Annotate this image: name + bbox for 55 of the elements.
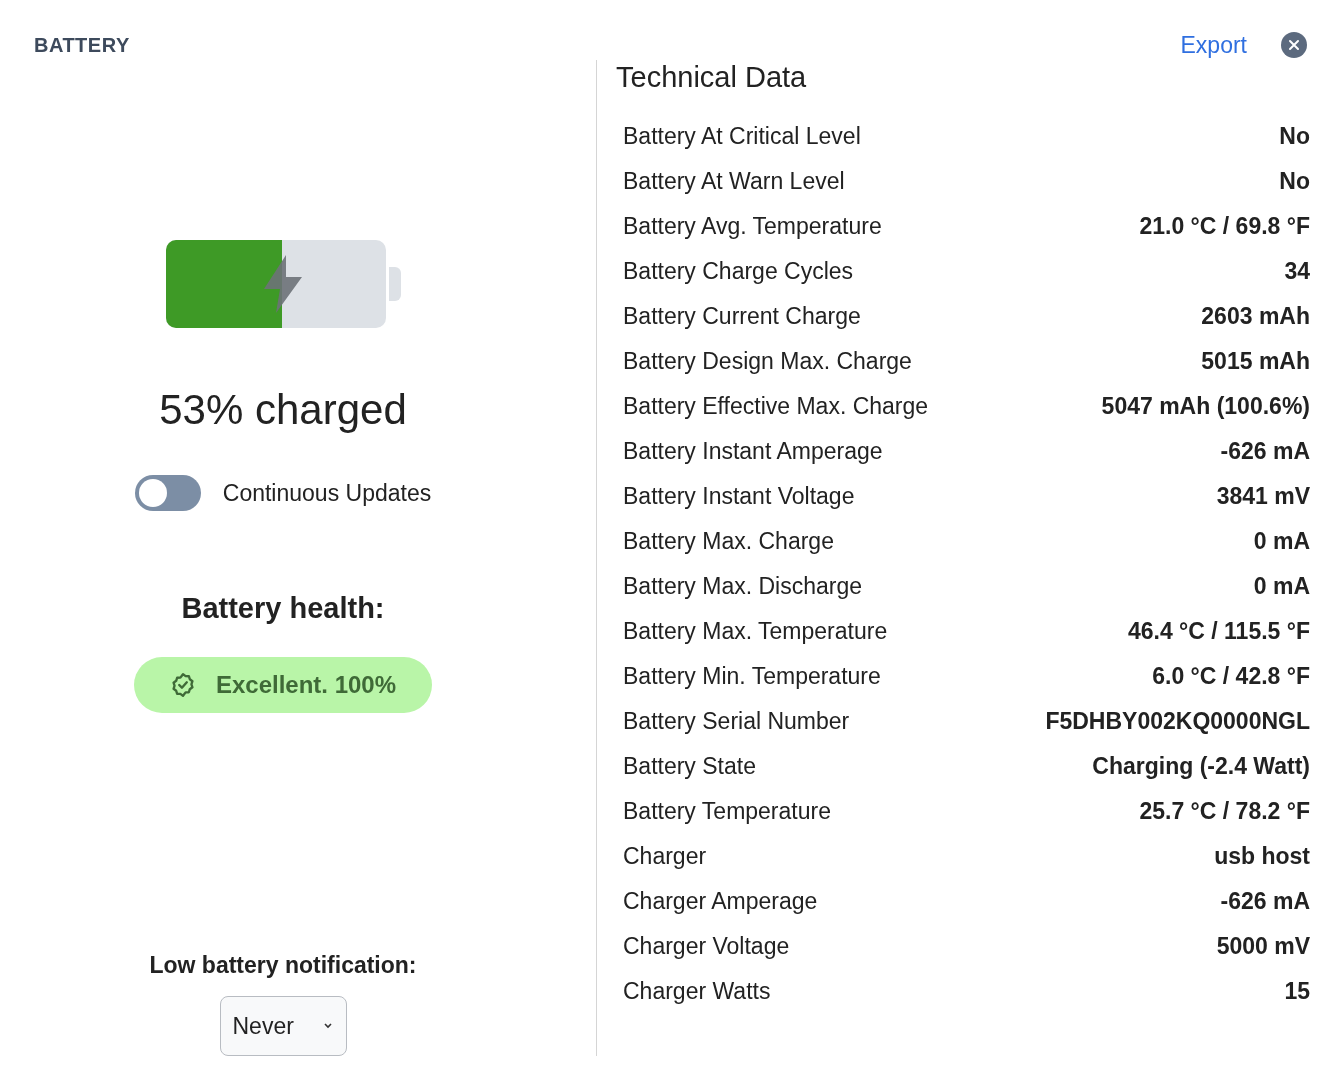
data-value: 25.7 °C / 78.2 °F: [1139, 796, 1310, 826]
data-label: Battery Design Max. Charge: [623, 346, 912, 376]
data-value: No: [1279, 166, 1310, 196]
data-label: Battery Max. Temperature: [623, 616, 888, 646]
data-value: 0 mA: [1253, 571, 1310, 601]
data-value: 34: [1284, 256, 1310, 286]
data-label: Battery Avg. Temperature: [623, 211, 882, 241]
chevron-down-icon: [321, 1022, 334, 1030]
data-label: Charger Amperage: [623, 886, 818, 916]
data-label: Battery At Critical Level: [623, 121, 861, 151]
data-label: Battery Serial Number: [623, 706, 850, 736]
export-link[interactable]: Export: [1180, 27, 1247, 63]
data-value: 21.0 °C / 69.8 °F: [1139, 211, 1310, 241]
data-label: Charger: [623, 841, 707, 871]
data-value: 0 mA: [1253, 526, 1310, 556]
verified-check-icon: [169, 671, 196, 698]
battery-tip: [388, 267, 401, 301]
data-label: Battery Instant Voltage: [623, 481, 855, 511]
data-label: Battery Temperature: [623, 796, 831, 826]
data-label: Battery Charge Cycles: [623, 256, 854, 286]
data-label: Charger Voltage: [623, 931, 790, 961]
data-value: usb host: [1214, 841, 1310, 871]
data-value: -626 mA: [1220, 436, 1310, 466]
data-label: Battery State: [623, 751, 756, 781]
data-label: Charger Watts: [623, 976, 771, 1006]
close-icon: [1288, 39, 1300, 51]
data-value: 15: [1284, 976, 1310, 1006]
data-value: No: [1279, 121, 1310, 151]
data-label: Battery Instant Amperage: [623, 436, 883, 466]
data-value: 5000 mV: [1216, 931, 1310, 961]
toggle-label: Continuous Updates: [222, 478, 432, 508]
data-label: Battery Effective Max. Charge: [623, 391, 929, 421]
data-value: 3841 mV: [1216, 481, 1310, 511]
health-value: Excellent. 100%: [215, 669, 397, 700]
charge-status: 53% charged: [159, 385, 407, 435]
data-value: 2603 mAh: [1201, 301, 1310, 331]
continuous-updates-toggle[interactable]: [134, 475, 201, 511]
panel-title: BATTERY: [34, 33, 130, 58]
data-label: Battery Max. Discharge: [623, 571, 863, 601]
notification-select[interactable]: Never: [219, 996, 347, 1056]
data-label: Battery Current Charge: [623, 301, 861, 331]
close-button[interactable]: [1281, 32, 1307, 58]
data-value: 6.0 °C / 42.8 °F: [1152, 661, 1310, 691]
health-heading: Battery health:: [181, 591, 385, 626]
data-label: Battery At Warn Level: [623, 166, 845, 196]
data-value: 5015 mAh: [1201, 346, 1310, 376]
section-title: Technical Data: [616, 60, 808, 95]
data-value: Charging (-2.4 Watt): [1092, 751, 1310, 781]
data-value: 5047 mAh (100.6%): [1101, 391, 1310, 421]
data-value: F5DHBY002KQ0000NGL: [1045, 706, 1310, 736]
data-label: Battery Min. Temperature: [623, 661, 881, 691]
data-value: 46.4 °C / 115.5 °F: [1127, 616, 1310, 646]
notification-label: Low battery notification:: [149, 950, 417, 980]
data-label: Battery Max. Charge: [623, 526, 834, 556]
data-value: -626 mA: [1220, 886, 1310, 916]
